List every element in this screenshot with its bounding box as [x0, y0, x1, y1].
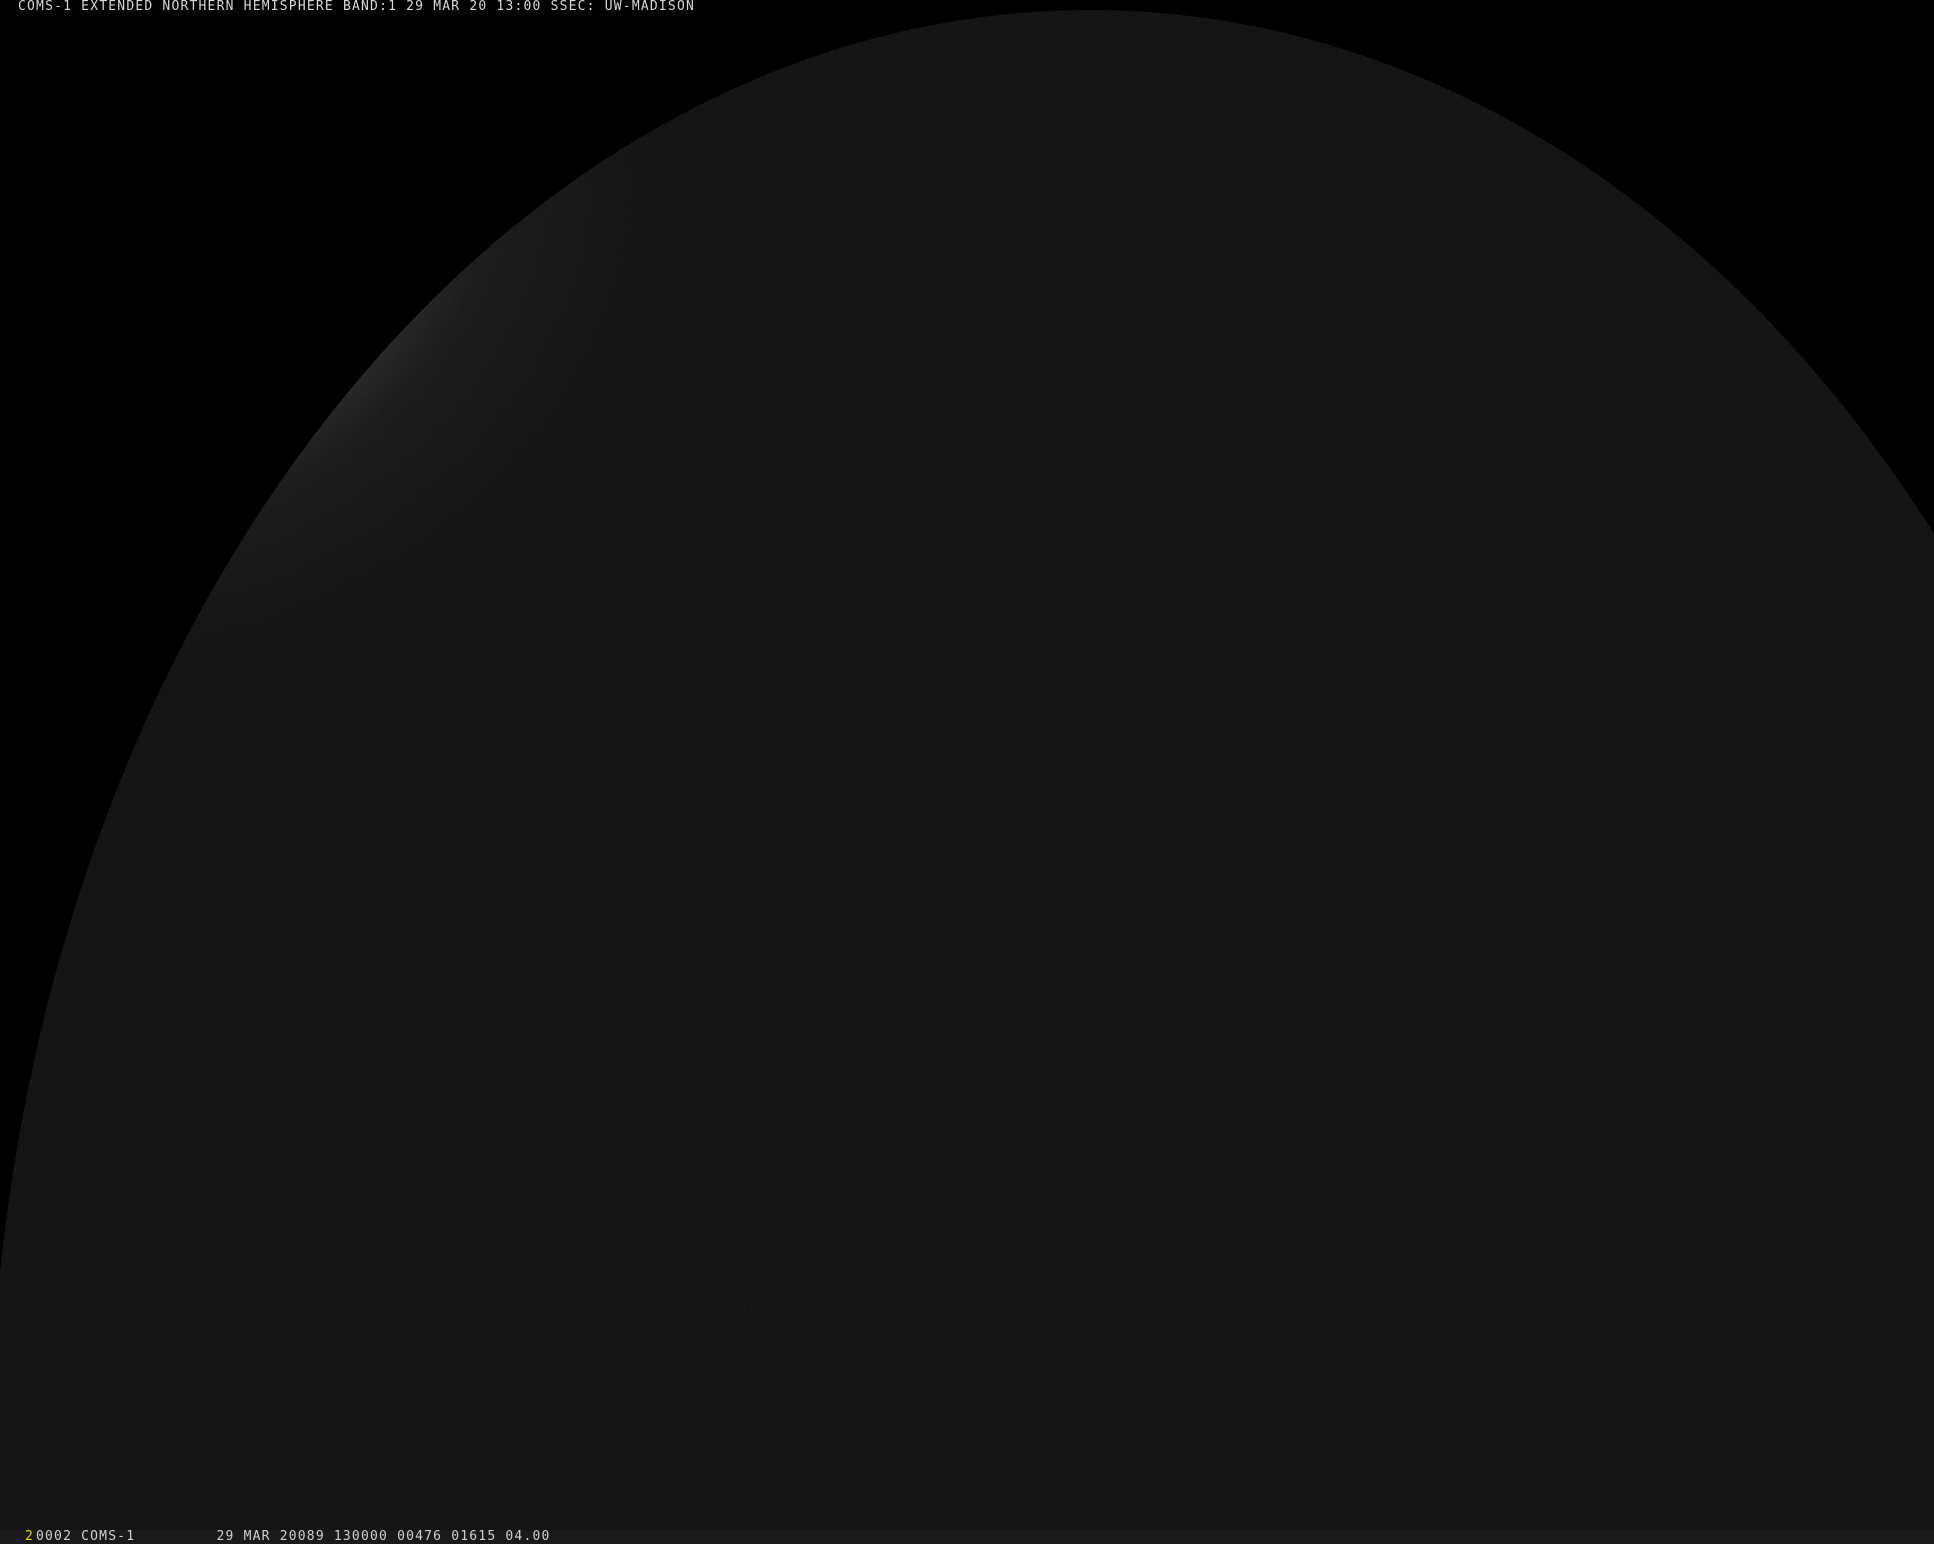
cloud-streak [56, 203, 264, 336]
image-grain [0, 10, 1934, 1544]
satellite-image-frame: COMS-1 EXTENDED NORTHERN HEMISPHERE BAND… [0, 0, 1934, 1544]
status-bar: 2 0002 COMS-1 29 MAR 20089 130000 00476 … [0, 1530, 1934, 1544]
coastline-outline [145, 211, 222, 249]
earth-disk-image [0, 10, 1934, 1544]
frame-metadata: 0002 COMS-1 29 MAR 20089 130000 00476 01… [36, 1529, 551, 1544]
frame-index: 2 [25, 1529, 33, 1544]
image-header-caption: COMS-1 EXTENDED NORTHERN HEMISPHERE BAND… [18, 0, 695, 14]
cloud-streak [15, 291, 205, 409]
coastline-outline [21, 248, 88, 306]
